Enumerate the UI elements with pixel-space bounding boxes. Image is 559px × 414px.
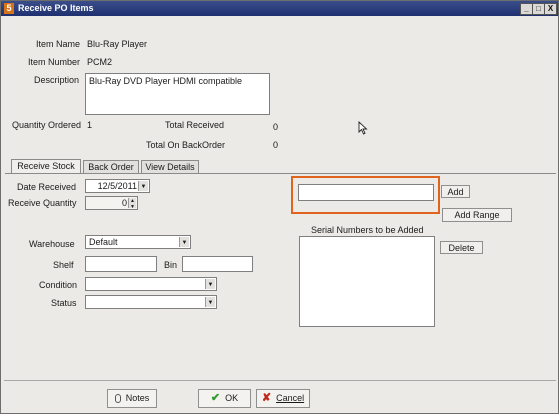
chevron-down-icon[interactable]: ▼ <box>179 237 189 247</box>
tab-receive-stock[interactable]: Receive Stock <box>11 159 81 173</box>
item-number-value: PCM2 <box>87 57 113 67</box>
spinner-icon[interactable]: ▲ ▼ <box>128 198 136 210</box>
chevron-down-icon[interactable]: ▼ <box>205 297 215 307</box>
item-number-label: Item Number <box>28 57 81 67</box>
status-select[interactable]: ▼ <box>85 295 217 309</box>
add-serial-button[interactable]: Add <box>441 185 470 198</box>
warehouse-value: Default <box>89 237 118 247</box>
description-label: Description <box>34 75 80 85</box>
date-received-value: 12/5/2011 <box>97 181 137 191</box>
total-received-value: 0 <box>273 122 279 132</box>
add-range-button[interactable]: Add Range <box>442 208 512 222</box>
serial-number-input[interactable] <box>298 184 434 201</box>
cancel-button[interactable]: ✘ Cancel <box>256 389 310 408</box>
chevron-down-icon[interactable]: ▼ <box>205 279 215 289</box>
shelf-label: Shelf <box>53 260 74 270</box>
condition-select[interactable]: ▼ <box>85 277 217 291</box>
mouse-cursor-icon <box>358 121 368 135</box>
date-received-picker[interactable]: 12/5/2011 ▼ <box>85 179 150 193</box>
tab-view-details[interactable]: View Details <box>141 160 199 173</box>
quantity-ordered-value: 1 <box>87 120 93 130</box>
date-received-label: Date Received <box>17 182 77 192</box>
receive-quantity-value: 0 <box>121 198 127 208</box>
tab-divider <box>5 173 556 174</box>
condition-label: Condition <box>39 280 78 290</box>
notes-label: Notes <box>125 393 150 403</box>
footer-divider <box>4 380 556 381</box>
app-icon: 5 <box>4 3 14 14</box>
warehouse-select[interactable]: Default ▼ <box>85 235 191 249</box>
receive-quantity-stepper[interactable]: 0 ▲ ▼ <box>85 196 138 210</box>
bin-label: Bin <box>164 260 178 270</box>
window-title: Receive PO Items <box>18 3 94 13</box>
receive-quantity-label: Receive Quantity <box>8 198 77 208</box>
cancel-x-icon: ✘ <box>261 392 272 405</box>
checkmark-icon: ✔ <box>210 392 221 405</box>
item-name-value: Blu-Ray Player <box>87 39 148 49</box>
delete-serial-button[interactable]: Delete <box>440 241 483 254</box>
status-label: Status <box>51 298 77 308</box>
tab-back-order[interactable]: Back Order <box>83 160 139 173</box>
close-button[interactable]: X <box>544 3 557 15</box>
bin-field[interactable] <box>182 256 253 272</box>
notes-button[interactable]: Notes <box>107 389 157 408</box>
ok-label: OK <box>225 393 239 403</box>
total-backorder-label: Total On BackOrder <box>146 140 226 150</box>
quantity-ordered-label: Quantity Ordered <box>12 120 82 130</box>
item-name-label: Item Name <box>36 39 81 49</box>
total-received-label: Total Received <box>165 120 225 130</box>
title-bar[interactable]: 5 Receive PO Items _ □ X <box>1 1 558 16</box>
receive-po-items-window: 5 Receive PO Items _ □ X Item Name Blu-R… <box>0 0 559 414</box>
total-backorder-value: 0 <box>273 140 279 150</box>
serial-numbers-list[interactable] <box>299 236 435 327</box>
description-field[interactable]: Blu-Ray DVD Player HDMI compatible <box>85 73 270 115</box>
chevron-down-icon[interactable]: ▼ <box>138 181 148 191</box>
serial-list-title: Serial Numbers to be Added <box>311 225 424 235</box>
warehouse-label: Warehouse <box>29 239 75 249</box>
cancel-label: Cancel <box>276 393 305 403</box>
ok-button[interactable]: ✔ OK <box>198 389 251 408</box>
shelf-field[interactable] <box>85 256 157 272</box>
paperclip-icon <box>114 394 121 404</box>
